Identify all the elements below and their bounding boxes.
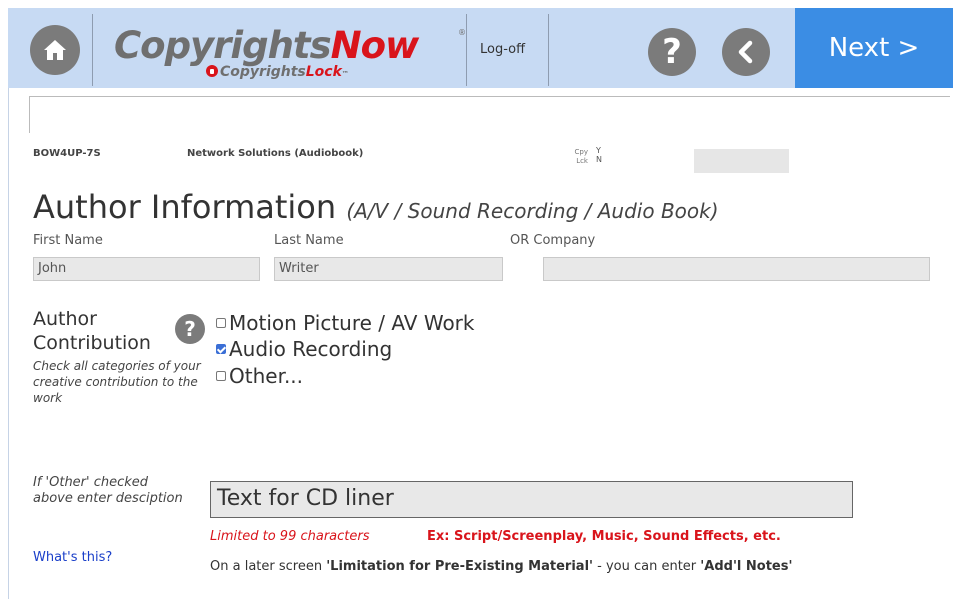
page-left-border bbox=[8, 88, 9, 599]
example-note: Ex: Script/Screenplay, Music, Sound Effe… bbox=[427, 529, 781, 544]
logoff-link[interactable]: Log-off bbox=[480, 42, 525, 57]
work-code: BOW4UP-7S bbox=[33, 148, 101, 159]
last-name-label: Last Name bbox=[274, 233, 344, 248]
last-name-field[interactable]: Writer bbox=[274, 257, 503, 281]
next-button[interactable]: Next > bbox=[795, 8, 953, 88]
company-field[interactable] bbox=[543, 257, 930, 281]
character-limit-note: Limited to 99 characters bbox=[210, 529, 370, 544]
checkbox-checked[interactable] bbox=[216, 344, 226, 354]
checkbox[interactable] bbox=[216, 318, 226, 328]
home-icon bbox=[44, 40, 66, 60]
status-labels: Cpy Lck bbox=[574, 148, 588, 165]
page-title: Author Information (A/V / Sound Recordin… bbox=[33, 188, 719, 226]
divider bbox=[92, 14, 93, 86]
help-button[interactable]: ? bbox=[648, 28, 696, 76]
logo-text: CopyrightsNow bbox=[114, 24, 419, 67]
later-screen-note: On a later screen 'Limitation for Pre-Ex… bbox=[210, 559, 793, 574]
whats-this-link[interactable]: What's this? bbox=[33, 550, 112, 565]
contribution-help-button[interactable]: ? bbox=[175, 314, 205, 344]
other-description-label: If 'Other' checked above enter desciptio… bbox=[33, 475, 183, 506]
other-description-field[interactable]: Text for CD liner bbox=[210, 481, 853, 518]
first-name-field[interactable]: John bbox=[33, 257, 260, 281]
option-other[interactable]: Other... bbox=[216, 364, 303, 388]
message-bar bbox=[29, 96, 950, 133]
logo-registered-mark: ® bbox=[458, 28, 466, 37]
author-contribution-label: Author Contribution bbox=[33, 308, 151, 354]
divider bbox=[466, 14, 467, 86]
company-label: OR Company bbox=[510, 233, 596, 248]
first-name-label: First Name bbox=[33, 233, 103, 248]
page-subtitle: (A/V / Sound Recording / Audio Book) bbox=[346, 199, 719, 223]
status-values: YN bbox=[596, 146, 602, 164]
divider bbox=[548, 14, 549, 86]
copyrightslock-sublogo: CopyrightsLock™ bbox=[206, 64, 349, 80]
copyrightsnow-logo: CopyrightsNow ® CopyrightsLock™ bbox=[106, 18, 466, 84]
back-button[interactable] bbox=[722, 28, 770, 76]
home-button[interactable] bbox=[30, 25, 80, 75]
contribution-note: Check all categories of your creative co… bbox=[33, 359, 201, 405]
work-title: Network Solutions (Audiobook) bbox=[187, 148, 364, 159]
padlock-icon bbox=[206, 65, 218, 77]
status-box bbox=[694, 149, 789, 173]
checkbox[interactable] bbox=[216, 371, 226, 381]
option-audio-recording[interactable]: Audio Recording bbox=[216, 337, 392, 361]
chevron-left-icon bbox=[738, 40, 753, 64]
option-motion-picture[interactable]: Motion Picture / AV Work bbox=[216, 311, 474, 335]
